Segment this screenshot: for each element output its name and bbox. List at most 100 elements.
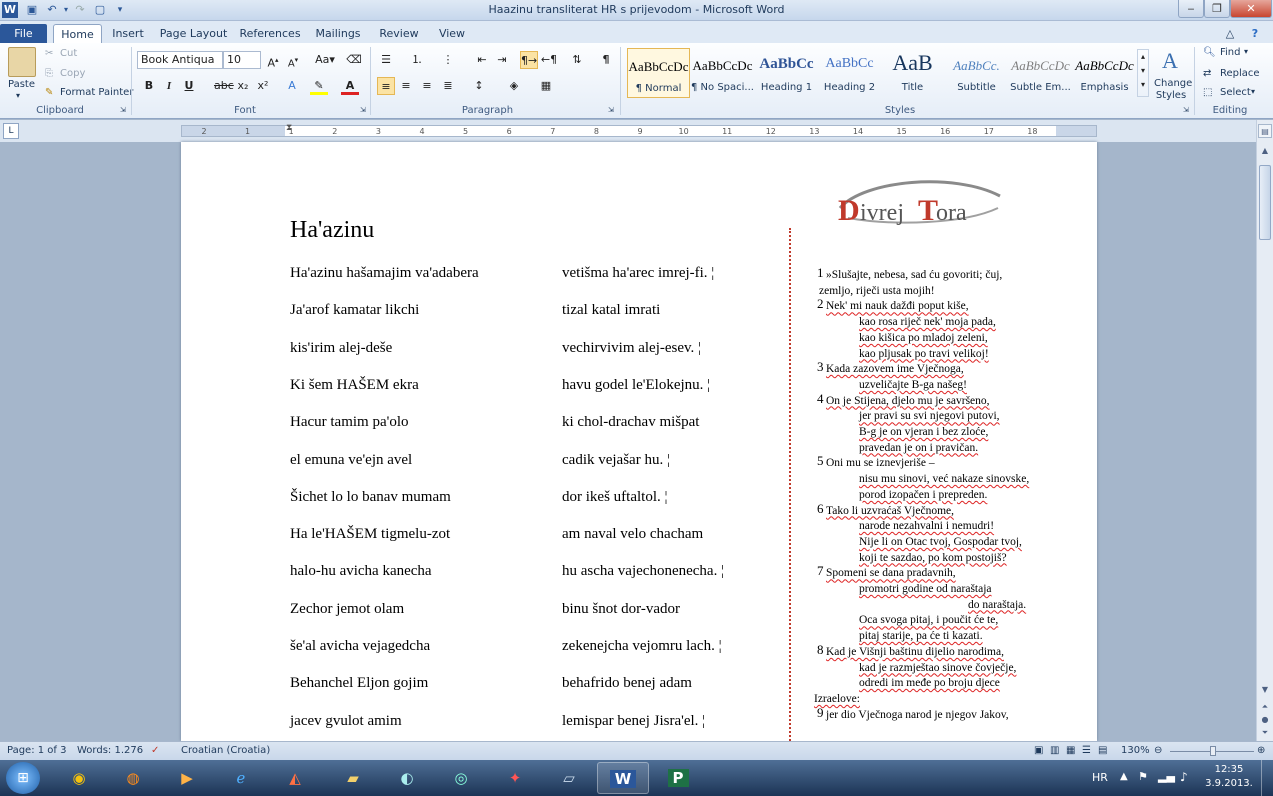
previous-page-icon[interactable]: ⏶ <box>1258 700 1272 714</box>
proofing-icon[interactable]: ✓ <box>151 745 159 756</box>
show-paragraph-marks-icon[interactable]: ¶ <box>597 51 615 69</box>
start-button[interactable]: ⊞ <box>6 762 40 794</box>
font-size-box[interactable]: 10 <box>223 51 261 69</box>
font-launcher-icon[interactable]: ⇲ <box>360 106 366 114</box>
firefox-icon[interactable]: ◍ <box>107 762 159 794</box>
justify-icon[interactable]: ≣ <box>439 77 457 95</box>
style-subtle-emphasis[interactable]: AaBbCcDc Subtle Em... <box>1009 48 1072 98</box>
outline-icon[interactable]: ☰ <box>1082 745 1091 756</box>
chrome-icon[interactable]: ◉ <box>53 762 105 794</box>
minimize-button[interactable]: ‒ <box>1178 0 1204 18</box>
full-screen-reading-icon[interactable]: ▥ <box>1050 745 1059 756</box>
cut-button[interactable]: Cut <box>60 48 77 59</box>
decrease-indent-icon[interactable]: ⇤ <box>473 51 491 69</box>
align-right-icon[interactable]: ≡ <box>418 77 436 95</box>
speed-app-icon[interactable]: ◐ <box>381 762 433 794</box>
web-layout-icon[interactable]: ▦ <box>1066 745 1075 756</box>
style-title[interactable]: AaB Title <box>881 48 944 98</box>
subscript-icon[interactable]: x₂ <box>234 77 252 95</box>
scroll-thumb[interactable] <box>1259 165 1271 240</box>
styles-gallery-scroll-icon[interactable]: ▴ ▾ ▾ <box>1137 49 1149 97</box>
text-effects-icon[interactable]: A <box>283 77 301 95</box>
paragraph-launcher-icon[interactable]: ⇲ <box>608 106 614 114</box>
page-count[interactable]: Page: 1 of 3 <box>7 745 66 756</box>
media-player-icon[interactable]: ▶ <box>161 762 213 794</box>
style-no-spacing[interactable]: AaBbCcDc ¶ No Spaci... <box>691 48 754 98</box>
zoom-level[interactable]: 130% <box>1121 745 1150 756</box>
zoom-out-icon[interactable]: ⊖ <box>1154 745 1162 756</box>
highlight-icon[interactable]: ✎ <box>310 77 328 95</box>
show-desktop-button[interactable] <box>1261 760 1273 796</box>
sort-icon[interactable]: ⇅ <box>568 51 586 69</box>
notes-app-icon[interactable]: ▱ <box>543 762 595 794</box>
line-spacing-icon[interactable]: ↕ <box>470 77 488 95</box>
select-button[interactable]: Select <box>1220 87 1251 98</box>
photo-editor-icon[interactable]: ◭ <box>269 762 321 794</box>
style-heading-1[interactable]: AaBbCc Heading 1 <box>755 48 818 98</box>
format-painter-button[interactable]: Format Painter <box>60 87 133 98</box>
paste-icon[interactable] <box>8 47 36 77</box>
tab-view[interactable]: View <box>431 24 473 43</box>
wifi-tray-icon[interactable]: ▂▄ <box>1158 770 1175 783</box>
network-tray-icon[interactable]: ⚑ <box>1138 770 1148 783</box>
word-count[interactable]: Words: 1.276 <box>77 745 143 756</box>
italic-icon[interactable]: I <box>160 77 178 95</box>
copy-button[interactable]: Copy <box>60 68 85 79</box>
horizontal-ruler[interactable]: ⧗ 2 1 1 2 3 4 5 6 7 8 9 10 11 12 13 14 15 16 17 18 <box>181 123 1097 137</box>
replace-button[interactable]: Replace <box>1220 68 1260 79</box>
word-taskbar-icon[interactable]: W <box>597 762 649 794</box>
superscript-icon[interactable]: x² <box>254 77 272 95</box>
find-button[interactable]: Find <box>1220 47 1241 58</box>
paste-button[interactable]: Paste <box>8 79 35 90</box>
font-name-box[interactable]: Book Antiqua <box>137 51 223 69</box>
style-subtitle[interactable]: AaBbCc. Subtitle <box>945 48 1008 98</box>
tab-page-layout[interactable]: Page Layout <box>156 24 231 43</box>
strikethrough-icon[interactable]: abc <box>214 77 234 95</box>
vertical-scrollbar[interactable]: ▤ ▲ ▼ ⏶ ● ⏷ <box>1256 120 1273 741</box>
network-app-icon[interactable]: ◎ <box>435 762 487 794</box>
tab-review[interactable]: Review <box>373 24 425 43</box>
print-layout-icon[interactable]: ▣ <box>1034 745 1043 756</box>
style-normal[interactable]: AaBbCcDc ¶ Normal <box>627 48 690 98</box>
scroll-up-icon[interactable]: ▲ <box>1258 144 1272 158</box>
close-button[interactable]: ✕ <box>1230 0 1272 18</box>
tab-home[interactable]: Home <box>53 24 102 43</box>
zoom-slider-thumb[interactable] <box>1210 746 1216 756</box>
numbering-icon[interactable]: ⒈ <box>408 51 426 69</box>
ruler-toggle-icon[interactable]: ▤ <box>1258 124 1272 138</box>
increase-indent-icon[interactable]: ⇥ <box>493 51 511 69</box>
internet-explorer-icon[interactable]: ℯ <box>215 762 267 794</box>
style-heading-2[interactable]: AaBbCc Heading 2 <box>818 48 881 98</box>
draft-icon[interactable]: ▤ <box>1098 745 1107 756</box>
help-icon[interactable]: ? <box>1245 24 1265 43</box>
language-indicator[interactable]: Croatian (Croatia) <box>181 745 270 756</box>
zoom-in-icon[interactable]: ⊕ <box>1257 745 1265 756</box>
language-bar[interactable]: HR <box>1092 771 1108 784</box>
tab-selector-icon[interactable]: L <box>3 123 19 139</box>
publisher-taskbar-icon[interactable]: P <box>652 762 704 794</box>
align-left-icon[interactable]: ≡ <box>377 77 395 95</box>
scroll-down-icon[interactable]: ▼ <box>1258 683 1272 697</box>
restore-button[interactable]: ❐ <box>1204 0 1230 18</box>
styles-launcher-icon[interactable]: ⇲ <box>1183 106 1189 114</box>
ltr-direction-icon[interactable]: ¶→ <box>520 51 538 69</box>
next-page-icon[interactable]: ⏷ <box>1258 726 1272 740</box>
file-explorer-icon[interactable]: ▰ <box>327 762 379 794</box>
change-case-icon[interactable]: Aa▾ <box>313 51 337 69</box>
shrink-font-icon[interactable]: A▾ <box>284 51 302 69</box>
colorful-app-icon[interactable]: ✦ <box>489 762 541 794</box>
tab-insert[interactable]: Insert <box>106 24 150 43</box>
minimize-ribbon-icon[interactable]: △ <box>1222 24 1238 43</box>
style-emphasis[interactable]: AaBbCcDc Emphasis <box>1073 48 1136 98</box>
borders-icon[interactable]: ▦ <box>537 77 555 95</box>
select-browse-object-icon[interactable]: ● <box>1258 713 1272 727</box>
grow-font-icon[interactable]: A▴ <box>264 51 282 70</box>
bold-icon[interactable]: B <box>140 77 158 95</box>
tray-expand-icon[interactable]: ▲ <box>1120 771 1128 782</box>
volume-tray-icon[interactable]: ♪ <box>1180 770 1188 784</box>
underline-icon[interactable]: U <box>180 77 198 95</box>
shading-icon[interactable]: ◈ <box>505 77 523 95</box>
font-color-icon[interactable]: A <box>341 77 359 95</box>
tab-mailings[interactable]: Mailings <box>309 24 367 43</box>
clipboard-launcher-icon[interactable]: ⇲ <box>120 106 126 114</box>
